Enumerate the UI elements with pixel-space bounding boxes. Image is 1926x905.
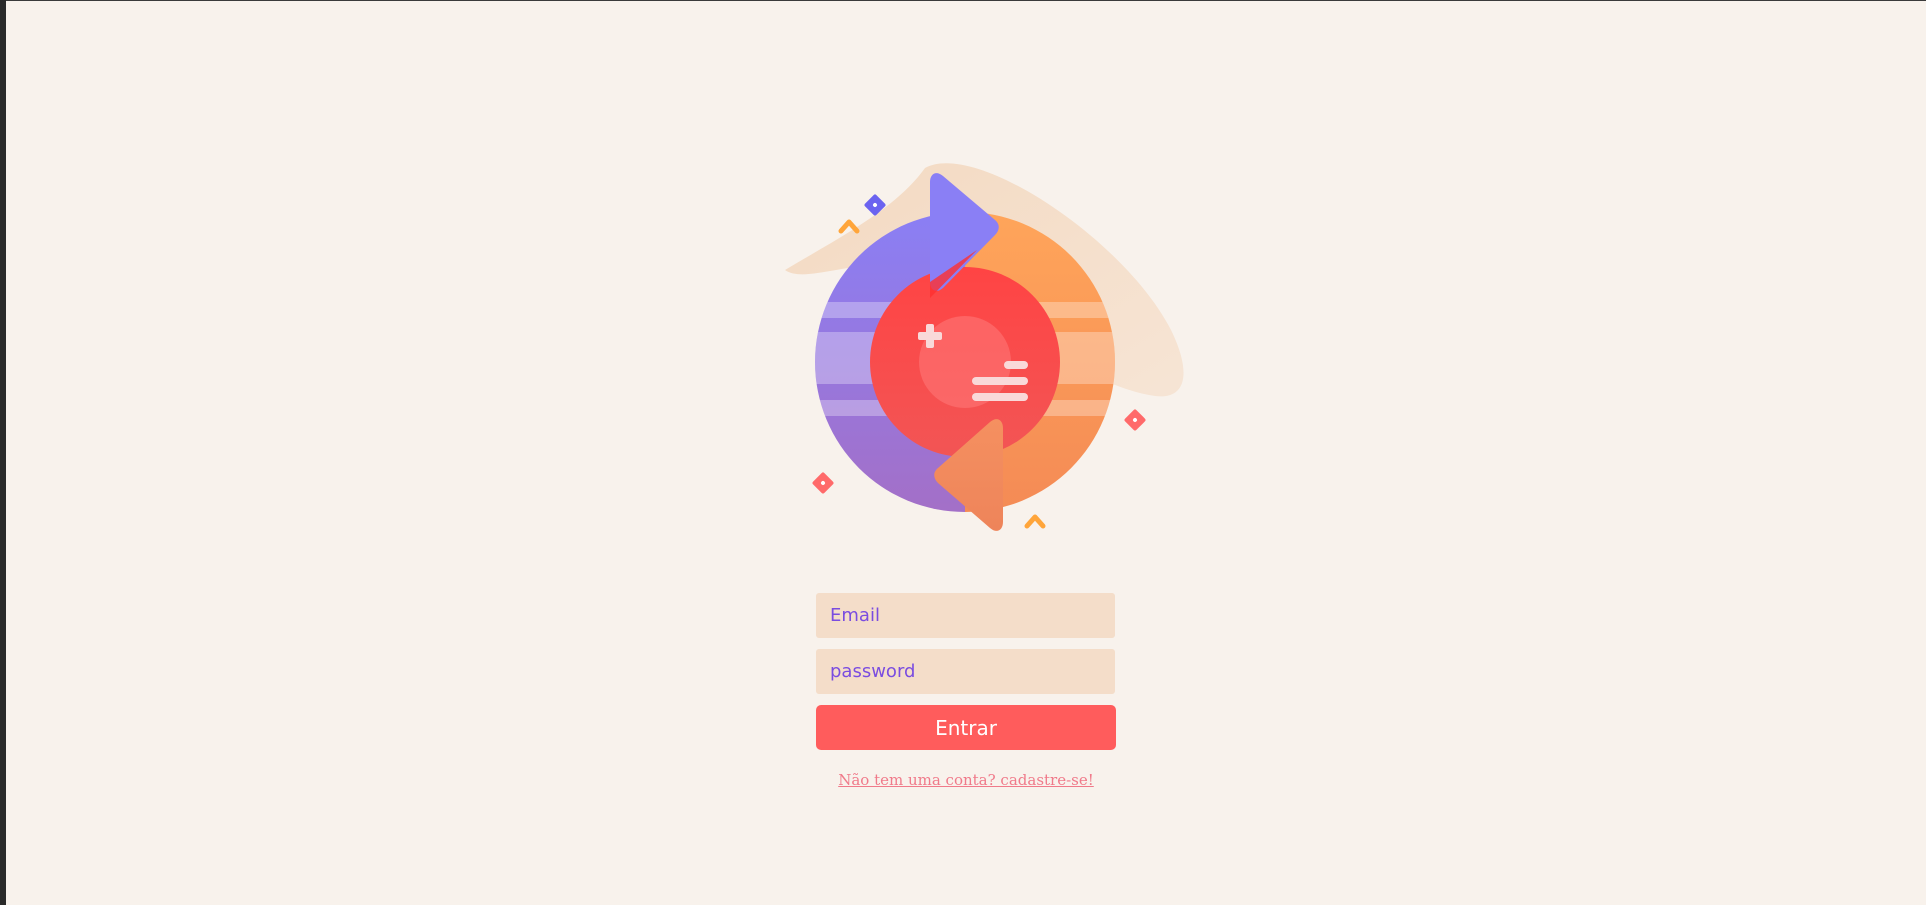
login-form: Entrar bbox=[816, 593, 1116, 750]
sync-circular-arrows-icon bbox=[745, 150, 1185, 545]
password-input[interactable] bbox=[816, 649, 1115, 694]
window-left-border bbox=[0, 0, 6, 905]
email-input[interactable] bbox=[816, 593, 1115, 638]
signup-link[interactable]: Não tem uma conta? cadastre-se! bbox=[816, 771, 1116, 789]
window-top-border bbox=[0, 0, 1926, 1]
login-button[interactable]: Entrar bbox=[816, 705, 1116, 750]
